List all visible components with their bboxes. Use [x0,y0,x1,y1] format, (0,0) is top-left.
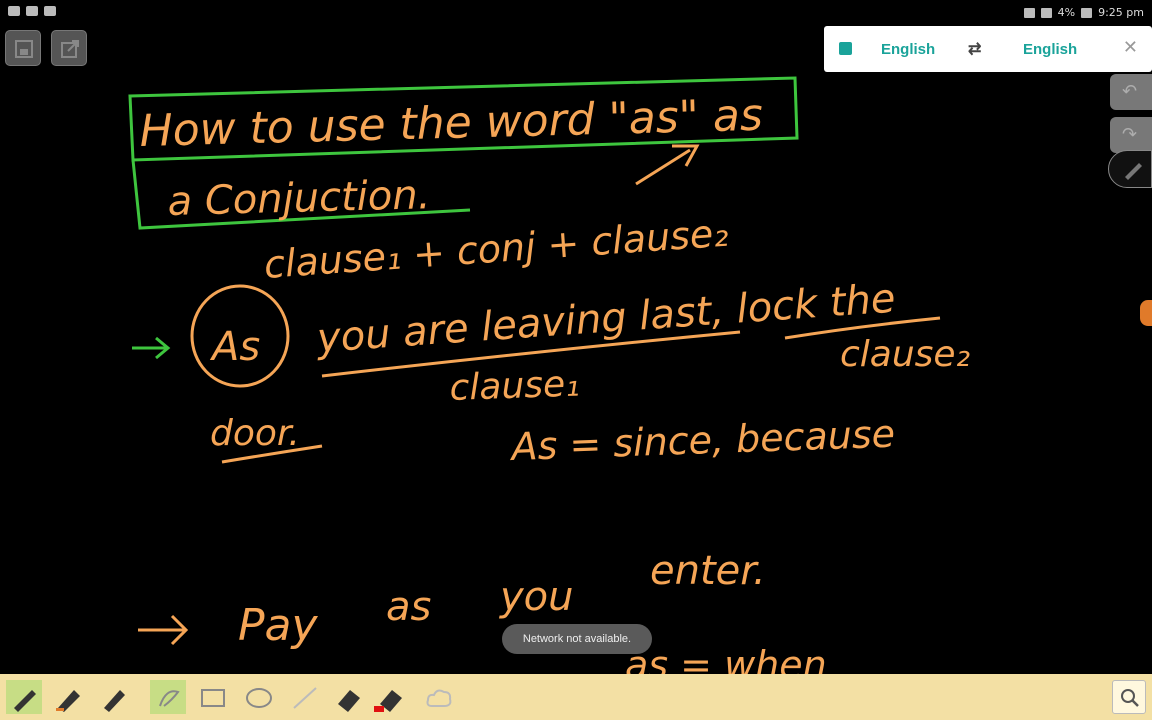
title-line-2: a Conjuction. [167,172,431,225]
meaning-1: As = since, because [508,412,896,469]
rectangle-tool[interactable] [194,680,230,714]
red-eraser-tool[interactable] [370,680,406,714]
eraser-tool[interactable] [330,680,366,714]
cloud-icon [426,689,452,707]
example2-pay: Pay [238,600,318,651]
marker-tool[interactable] [50,680,86,714]
label-clause1: clause₁ [449,363,580,409]
ellipse-icon [246,688,272,708]
rectangle-icon [201,689,225,707]
example1-end: door. [210,413,300,454]
example2-enter: enter. [650,548,766,594]
lasso-icon [159,690,180,707]
network-toast: Network not available. [502,624,652,654]
drawing-toolbar [0,674,1152,720]
example2-as: as [386,584,431,630]
title-line-1: How to use the word "as" as [139,90,763,157]
pen-icon [14,690,36,712]
line-tool[interactable] [286,680,322,714]
cloud-tool[interactable] [420,680,456,714]
brush-icon [104,690,125,712]
whiteboard-canvas[interactable]: How to use the word "as" as a Conjuction… [0,0,1152,720]
search-icon [1121,689,1139,707]
example1-as: As [209,324,260,370]
label-clause2: clause₂ [840,334,970,375]
arrow-to-as [635,144,700,186]
ellipse-tool[interactable] [240,680,276,714]
red-eraser-icon [374,690,402,712]
lasso-tool[interactable] [150,680,186,714]
orange-arrow [138,614,189,646]
example1-sentence: you are leaving last, lock the [314,276,896,362]
formula: clause₁ + conj + clause₂ [263,211,730,287]
pen-tool[interactable] [6,680,42,714]
example2-you: you [499,574,574,620]
marker-icon [56,690,80,712]
brush-tool[interactable] [96,680,132,714]
search-button[interactable] [1112,680,1146,714]
eraser-icon [338,690,360,712]
line-icon [293,687,317,709]
green-arrow [132,336,171,360]
